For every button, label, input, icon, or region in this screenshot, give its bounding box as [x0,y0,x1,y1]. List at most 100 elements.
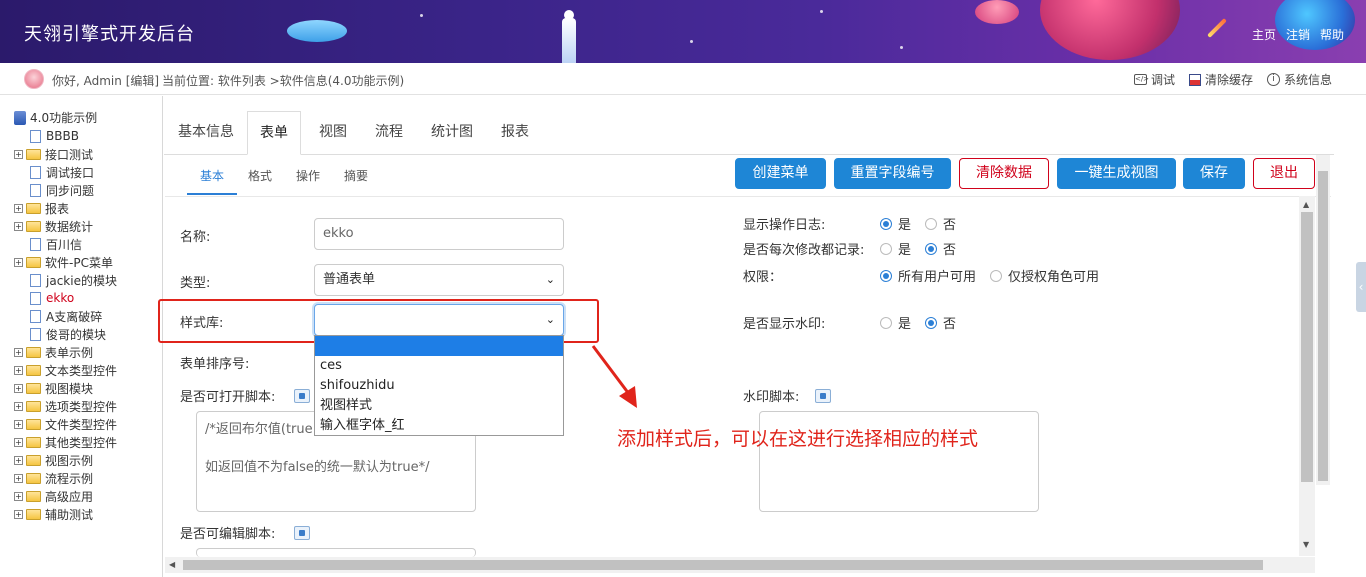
exit-button[interactable]: 退出 [1253,158,1315,189]
tree-folder[interactable]: + 报表 [14,199,69,217]
show-watermark-label: 是否显示水印: [743,317,826,332]
tree-folder[interactable]: + 其他类型控件 [14,433,117,451]
show-watermark-yes[interactable]: 是 [880,313,911,332]
expand-icon[interactable]: + [14,257,23,267]
scrollbar-thumb[interactable] [1318,171,1328,481]
dropdown-option[interactable]: ces [315,356,563,376]
tree-leaf[interactable]: 同步问题 [14,181,94,199]
record-changes-radios: 是 否 [880,239,970,258]
tree-folder[interactable]: + 接口测试 [14,145,93,163]
tree-leaf[interactable]: A支离破碎 [14,307,102,325]
tree-folder[interactable]: + 选项类型控件 [14,397,117,415]
show-watermark-no[interactable]: 否 [925,313,956,332]
expand-icon[interactable]: + [14,347,23,357]
expand-icon[interactable]: + [14,419,23,429]
tab-view[interactable]: 视图 [307,111,359,155]
collapse-handle[interactable]: ‹ [1356,262,1366,312]
tree-label: 视图模块 [45,381,94,396]
tree-leaf[interactable]: 调试接口 [14,163,94,181]
file-icon [30,129,41,143]
tree-folder[interactable]: + 表单示例 [14,343,93,361]
outer-vertical-scrollbar[interactable] [1316,155,1330,485]
tree-folder[interactable]: + 文件类型控件 [14,415,117,433]
greeting[interactable]: 你好, Admin [编辑] [52,72,159,89]
clear-cache-button[interactable]: 清除缓存 [1188,71,1253,88]
tab-report[interactable]: 报表 [489,111,541,155]
scroll-down-icon[interactable]: ▼ [1303,540,1309,549]
expand-icon[interactable]: + [14,221,23,231]
tree-folder[interactable]: + 视图示例 [14,451,93,469]
script-editor-icon[interactable] [815,389,831,403]
subtab-basic[interactable]: 基本 [200,167,224,184]
dropdown-option[interactable] [315,336,563,356]
debug-icon: </> [1133,74,1150,85]
tab-flow[interactable]: 流程 [363,111,415,155]
scrollbar-thumb[interactable] [1301,212,1313,482]
type-select[interactable]: 普通表单 ⌄ [314,264,564,296]
tree-folder[interactable]: + 辅助测试 [14,505,93,523]
tree-label: 数据统计 [45,219,94,234]
subtab-operation[interactable]: 操作 [296,167,320,184]
expand-icon[interactable]: + [14,491,23,501]
tree-folder[interactable]: + 高级应用 [14,487,93,505]
tree-leaf[interactable]: 百川信 [14,235,82,253]
help-link[interactable]: 帮助 [1320,26,1344,43]
permission-all-users[interactable]: 所有用户可用 [880,266,976,285]
create-menu-button[interactable]: 创建菜单 [735,158,826,189]
horizontal-scrollbar[interactable]: ◀ [165,557,1315,573]
tab-chart[interactable]: 统计图 [419,111,485,155]
expand-icon[interactable]: + [14,401,23,411]
system-info-button[interactable]: i 系统信息 [1266,71,1332,88]
home-link[interactable]: 主页 [1252,26,1276,43]
tree-leaf[interactable]: jackie的模块 [14,271,117,289]
tower-icon [562,18,576,63]
dropdown-option[interactable]: shifouzhidu [315,376,563,396]
name-input[interactable]: ekko [314,218,564,250]
expand-icon[interactable]: + [14,437,23,447]
tree-folder[interactable]: + 文本类型控件 [14,361,117,379]
tree-leaf[interactable]: ekko [14,289,74,307]
radio-checked-icon [880,217,892,230]
expand-icon[interactable]: + [14,149,23,159]
expand-icon[interactable]: + [14,509,23,519]
scrollbar-thumb[interactable] [183,560,1263,570]
expand-icon[interactable]: + [14,203,23,213]
expand-icon[interactable]: + [14,365,23,375]
subtab-summary[interactable]: 摘要 [344,167,368,184]
tree-root[interactable]: 4.0功能示例 [14,109,97,126]
dropdown-option[interactable]: 视图样式 [315,396,563,416]
tree-folder[interactable]: + 数据统计 [14,217,93,235]
tree-leaf[interactable]: 俊哥的模块 [14,325,106,343]
script-editor-icon[interactable] [294,389,310,403]
tree-folder[interactable]: + 流程示例 [14,469,93,487]
avatar [24,69,44,89]
scroll-up-icon[interactable]: ▲ [1303,200,1309,209]
expand-icon[interactable]: + [14,383,23,393]
expand-icon[interactable]: + [14,473,23,483]
tab-basic-info[interactable]: 基本信息 [166,111,246,155]
record-changes-no[interactable]: 否 [925,239,956,258]
save-button[interactable]: 保存 [1183,158,1245,189]
reset-field-number-button[interactable]: 重置字段编号 [834,158,951,189]
script-editor-icon[interactable] [294,526,310,540]
logout-link[interactable]: 注销 [1286,26,1310,43]
chevron-left-icon: ‹ [1358,280,1364,294]
edit-script-textarea[interactable] [196,548,476,557]
debug-button[interactable]: </> 调试 [1133,71,1175,88]
vertical-scrollbar[interactable]: ▲ ▼ [1299,196,1315,556]
show-log-no[interactable]: 否 [925,214,956,233]
record-changes-yes[interactable]: 是 [880,239,911,258]
permission-role-only[interactable]: 仅授权角色可用 [990,266,1099,285]
scroll-left-icon[interactable]: ◀ [169,560,175,569]
tree-leaf[interactable]: BBBB [14,127,79,145]
subtab-format[interactable]: 格式 [248,167,272,184]
debug-label: 调试 [1150,73,1175,87]
show-log-yes[interactable]: 是 [880,214,911,233]
tree-folder[interactable]: + 软件-PC菜单 [14,253,113,271]
tree-folder[interactable]: + 视图模块 [14,379,93,397]
tab-form[interactable]: 表单 [247,111,301,155]
generate-view-button[interactable]: 一键生成视图 [1057,158,1176,189]
clear-data-button[interactable]: 清除数据 [959,158,1049,189]
dropdown-option[interactable]: 输入框字体_红 [315,416,563,436]
expand-icon[interactable]: + [14,455,23,465]
